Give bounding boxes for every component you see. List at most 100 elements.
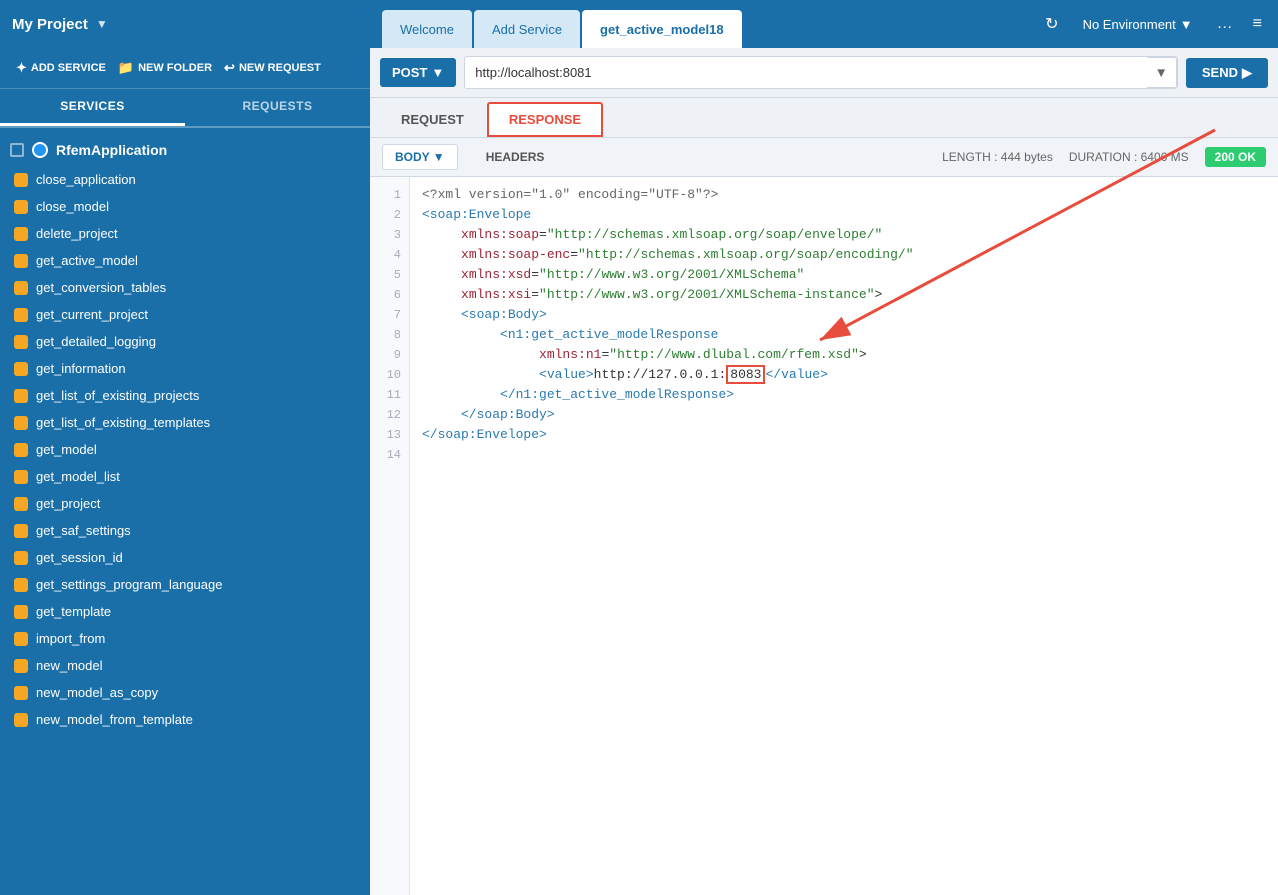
service-icon xyxy=(14,686,28,700)
sidebar: ✦ ADD SERVICE 📁 NEW FOLDER ↩ NEW REQUEST… xyxy=(0,48,370,895)
project-title[interactable]: My Project ▼ xyxy=(12,16,382,33)
tab-get-active-model[interactable]: get_active_model18 xyxy=(582,10,742,48)
method-button[interactable]: POST ▼ xyxy=(380,58,456,87)
sidebar-tab-requests[interactable]: REQUESTS xyxy=(185,89,370,126)
sidebar-item-get_model_list[interactable]: get_model_list xyxy=(0,463,370,490)
response-button[interactable]: RESPONSE xyxy=(487,102,603,137)
service-icon xyxy=(14,713,28,727)
service-icon xyxy=(14,200,28,214)
service-icon xyxy=(14,578,28,592)
sidebar-item-label: new_model_from_template xyxy=(36,712,193,727)
service-icon xyxy=(14,254,28,268)
line-number: 11 xyxy=(370,385,409,405)
sidebar-item-label: get_information xyxy=(36,361,126,376)
chat-icon[interactable]: … xyxy=(1213,11,1237,37)
top-bar: My Project ▼ Welcome Add Service get_act… xyxy=(0,0,1278,48)
line-number: 13 xyxy=(370,425,409,445)
sidebar-item-get_information[interactable]: get_information xyxy=(0,355,370,382)
new-request-button[interactable]: ↩ NEW REQUEST xyxy=(218,56,327,80)
tab-welcome[interactable]: Welcome xyxy=(382,10,472,48)
environment-selector[interactable]: No Environment ▼ xyxy=(1075,13,1201,36)
content-area: POST ▼ ▼ SEND ▶ REQUEST RESPONSE xyxy=(370,48,1278,895)
menu-icon[interactable]: ≡ xyxy=(1249,11,1266,37)
sidebar-item-get_template[interactable]: get_template xyxy=(0,598,370,625)
service-icon xyxy=(14,659,28,673)
project-name-label: My Project xyxy=(12,16,88,33)
sidebar-item-app[interactable]: RfemApplication xyxy=(0,134,370,166)
sidebar-item-delete_project[interactable]: delete_project xyxy=(0,220,370,247)
line-number: 14 xyxy=(370,445,409,465)
method-label: POST xyxy=(392,65,427,80)
sidebar-item-get_model[interactable]: get_model xyxy=(0,436,370,463)
sidebar-tab-services[interactable]: SERVICES xyxy=(0,89,185,126)
service-icon xyxy=(14,551,28,565)
service-icon xyxy=(14,470,28,484)
service-icon xyxy=(14,362,28,376)
sidebar-item-label: get_session_id xyxy=(36,550,123,565)
top-right-area: ↻ No Environment ▼ … ≡ xyxy=(1041,10,1266,38)
sidebar-item-get_list_of_existing_templates[interactable]: get_list_of_existing_templates xyxy=(0,409,370,436)
refresh-icon[interactable]: ↻ xyxy=(1041,10,1062,38)
url-input[interactable] xyxy=(465,57,1146,88)
headers-tab[interactable]: HEADERS xyxy=(474,145,557,169)
duration-label: DURATION : 6406 MS xyxy=(1069,150,1189,164)
sidebar-item-get_active_model[interactable]: get_active_model xyxy=(0,247,370,274)
sidebar-item-get_conversion_tables[interactable]: get_conversion_tables xyxy=(0,274,370,301)
sidebar-item-get_project[interactable]: get_project xyxy=(0,490,370,517)
line-number: 1 xyxy=(370,185,409,205)
sidebar-item-close_model[interactable]: close_model xyxy=(0,193,370,220)
sidebar-tabs: SERVICES REQUESTS xyxy=(0,89,370,128)
sidebar-item-label: get_list_of_existing_templates xyxy=(36,415,210,430)
sidebar-list: RfemApplication close_application close_m… xyxy=(0,128,370,895)
service-icon xyxy=(14,227,28,241)
sidebar-item-label: close_model xyxy=(36,199,109,214)
sidebar-item-get_detailed_logging[interactable]: get_detailed_logging xyxy=(0,328,370,355)
code-line: </soap:Body> xyxy=(422,405,1266,425)
sidebar-item-import_from[interactable]: import_from xyxy=(0,625,370,652)
code-line: </n1:get_active_modelResponse> xyxy=(422,385,1266,405)
service-icon xyxy=(14,524,28,538)
sidebar-item-label: close_application xyxy=(36,172,136,187)
response-panel: BODY ▼ HEADERS LENGTH : 444 bytes DURATI… xyxy=(370,138,1278,895)
line-number: 8 xyxy=(370,325,409,345)
sidebar-item-get_session_id[interactable]: get_session_id xyxy=(0,544,370,571)
tab-add-service[interactable]: Add Service xyxy=(474,10,580,48)
sidebar-item-new_model_from_template[interactable]: new_model_from_template xyxy=(0,706,370,733)
code-line: xmlns:n1="http://www.dlubal.com/rfem.xsd… xyxy=(422,345,1266,365)
sidebar-item-get_settings_program_language[interactable]: get_settings_program_language xyxy=(0,571,370,598)
code-line: <?xml version="1.0" encoding="UTF-8"?> xyxy=(422,185,1266,205)
sidebar-item-get_list_of_existing_projects[interactable]: get_list_of_existing_projects xyxy=(0,382,370,409)
sidebar-item-get_current_project[interactable]: get_current_project xyxy=(0,301,370,328)
new-folder-button[interactable]: 📁 NEW FOLDER xyxy=(112,56,218,80)
new-request-icon: ↩ xyxy=(224,60,235,76)
code-line: <value>http://127.0.0.1:8083</value> xyxy=(422,365,1266,385)
add-service-button[interactable]: ✦ ADD SERVICE xyxy=(10,56,112,80)
sidebar-item-label: get_project xyxy=(36,496,100,511)
code-line: xmlns:xsd="http://www.w3.org/2001/XMLSch… xyxy=(422,265,1266,285)
line-number: 7 xyxy=(370,305,409,325)
code-content[interactable]: <?xml version="1.0" encoding="UTF-8"?><s… xyxy=(410,177,1278,895)
sidebar-item-get_saf_settings[interactable]: get_saf_settings xyxy=(0,517,370,544)
sidebar-item-new_model_as_copy[interactable]: new_model_as_copy xyxy=(0,679,370,706)
line-number: 4 xyxy=(370,245,409,265)
url-dropdown-button[interactable]: ▼ xyxy=(1147,57,1177,88)
send-button[interactable]: SEND ▶ xyxy=(1186,58,1268,88)
env-label: No Environment xyxy=(1083,17,1176,32)
project-dropdown-arrow[interactable]: ▼ xyxy=(96,17,108,31)
request-button[interactable]: REQUEST xyxy=(380,103,485,136)
line-numbers: 1234567891011121314 xyxy=(370,177,410,895)
line-number: 9 xyxy=(370,345,409,365)
service-icon xyxy=(14,632,28,646)
url-bar: POST ▼ ▼ SEND ▶ xyxy=(370,48,1278,98)
method-arrow: ▼ xyxy=(431,65,444,80)
service-icon xyxy=(14,497,28,511)
sidebar-item-close_application[interactable]: close_application xyxy=(0,166,370,193)
env-arrow: ▼ xyxy=(1180,17,1193,32)
sidebar-item-label: delete_project xyxy=(36,226,118,241)
body-tab[interactable]: BODY ▼ xyxy=(382,144,458,170)
service-icon xyxy=(14,605,28,619)
service-icon xyxy=(14,416,28,430)
code-line: <n1:get_active_modelResponse xyxy=(422,325,1266,345)
sidebar-item-new_model[interactable]: new_model xyxy=(0,652,370,679)
sidebar-item-label: get_model xyxy=(36,442,97,457)
